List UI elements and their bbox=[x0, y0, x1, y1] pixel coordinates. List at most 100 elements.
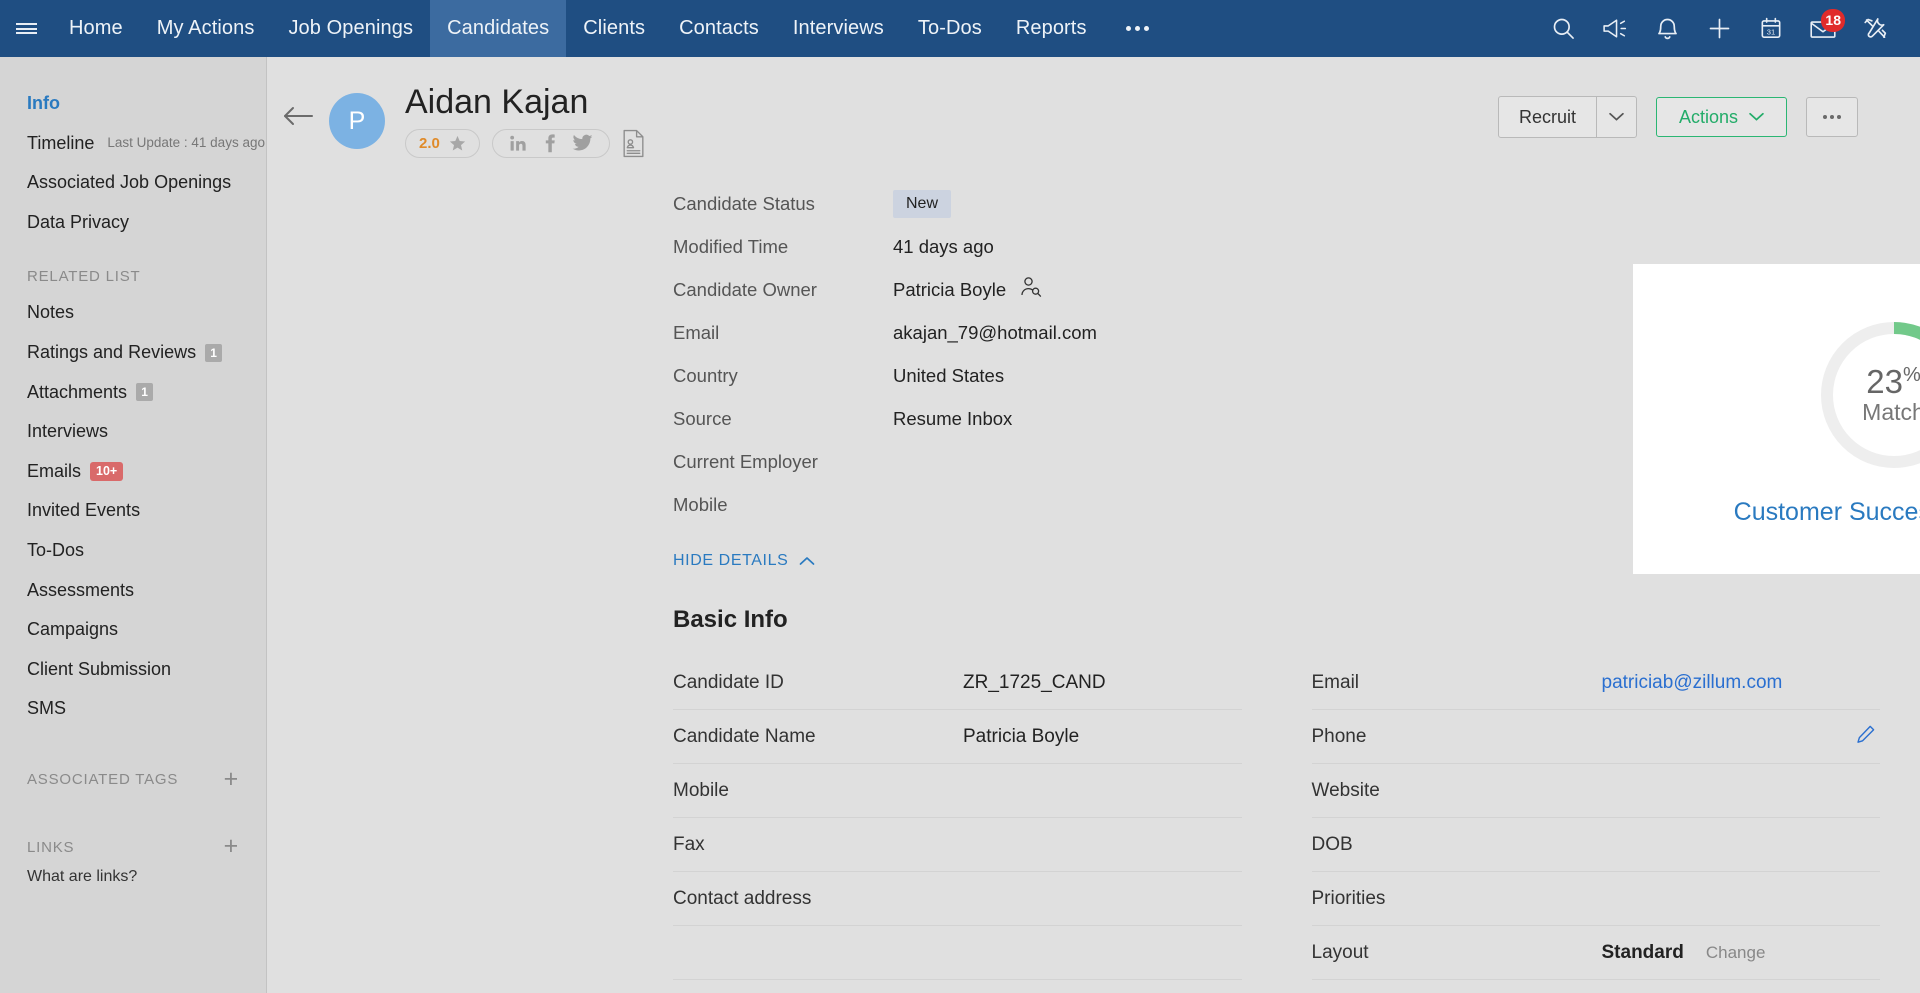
field-row-priorities[interactable]: Priorities bbox=[1312, 872, 1881, 926]
field-label: Priorities bbox=[1312, 888, 1602, 910]
calendar-icon[interactable]: 31 bbox=[1748, 6, 1794, 52]
record-header-actions: Recruit Actions bbox=[1498, 96, 1858, 138]
field-label: Candidate Owner bbox=[673, 279, 893, 301]
sidebar-item-emails[interactable]: Emails 10+ bbox=[0, 452, 266, 492]
links-header-label: LINKS bbox=[27, 839, 74, 856]
field-value: Resume Inbox bbox=[893, 408, 1012, 430]
associated-job-link[interactable]: Customer Success- Lead + bbox=[1734, 498, 1920, 527]
nav-tab-candidates[interactable]: Candidates bbox=[430, 0, 566, 57]
sidebar-item-timeline[interactable]: Timeline Last Update : 41 days ago bbox=[0, 124, 266, 164]
field-row-fax[interactable]: Fax bbox=[673, 818, 1242, 872]
linkedin-icon bbox=[509, 134, 528, 153]
actions-button[interactable]: Actions bbox=[1656, 97, 1787, 137]
field-label: Source bbox=[673, 408, 893, 430]
field-value: Patricia Boyle bbox=[963, 726, 1079, 748]
announcement-icon[interactable] bbox=[1592, 6, 1638, 52]
field-row-candidate-id[interactable]: Candidate ID ZR_1725_CAND bbox=[673, 656, 1242, 710]
sidebar-item-label: Ratings and Reviews bbox=[27, 342, 196, 364]
field-row-dob[interactable]: DOB bbox=[1312, 818, 1881, 872]
sidebar-item-label: SMS bbox=[27, 698, 66, 720]
sidebar-item-invited-events[interactable]: Invited Events bbox=[0, 491, 266, 531]
sidebar-item-campaigns[interactable]: Campaigns bbox=[0, 610, 266, 650]
nav-tab-my-actions[interactable]: My Actions bbox=[140, 0, 272, 57]
field-row-layout[interactable]: Layout Standard Change bbox=[1312, 926, 1881, 980]
field-label: Country bbox=[673, 365, 893, 387]
sidebar-item-assessments[interactable]: Assessments bbox=[0, 571, 266, 611]
back-arrow-icon[interactable] bbox=[267, 83, 329, 127]
field-row-website[interactable]: Website bbox=[1312, 764, 1881, 818]
field-row-contact-address[interactable]: Contact address bbox=[673, 872, 1242, 926]
pencil-icon[interactable] bbox=[1856, 724, 1876, 749]
associated-tags-header-label: ASSOCIATED TAGS bbox=[27, 771, 178, 788]
chevron-up-icon bbox=[799, 556, 815, 566]
sidebar-item-info[interactable]: Info bbox=[0, 84, 266, 124]
main-content: P Aidan Kajan 2.0 bbox=[267, 57, 1920, 993]
summary-row-candidate-status: Candidate Status New bbox=[673, 182, 1920, 225]
svg-text:31: 31 bbox=[1767, 28, 1775, 37]
nav-tab-clients[interactable]: Clients bbox=[566, 0, 662, 57]
match-score-card: 23% Match Customer Success- Lead + bbox=[1633, 264, 1920, 574]
sidebar-item-label: Campaigns bbox=[27, 619, 118, 641]
field-row-email[interactable]: Email patriciab@zillum.com bbox=[1312, 656, 1881, 710]
sidebar-item-client-submission[interactable]: Client Submission bbox=[0, 650, 266, 690]
field-row-candidate-name[interactable]: Candidate Name Patricia Boyle bbox=[673, 710, 1242, 764]
nav-overflow-icon[interactable] bbox=[1104, 0, 1171, 57]
nav-tab-job-openings[interactable]: Job Openings bbox=[271, 0, 430, 57]
sidebar-item-interviews[interactable]: Interviews bbox=[0, 412, 266, 452]
resume-document-icon[interactable] bbox=[622, 129, 645, 158]
user-search-icon[interactable] bbox=[1020, 276, 1042, 303]
sidebar-item-label: Associated Job Openings bbox=[27, 172, 231, 194]
more-options-button[interactable] bbox=[1806, 97, 1858, 137]
sidebar-item-sms[interactable]: SMS bbox=[0, 689, 266, 729]
facebook-icon bbox=[542, 134, 558, 153]
nav-tab-to-dos[interactable]: To-Dos bbox=[901, 0, 999, 57]
bell-icon[interactable] bbox=[1644, 6, 1690, 52]
field-label: Current Employer bbox=[673, 451, 893, 473]
field-value-email-link[interactable]: patriciab@zillum.com bbox=[1602, 672, 1783, 694]
field-value: 41 days ago bbox=[893, 236, 994, 258]
sidebar-item-label: Data Privacy bbox=[27, 212, 129, 234]
record-sidebar: Info Timeline Last Update : 41 days ago … bbox=[0, 57, 267, 993]
hide-details-toggle[interactable]: HIDE DETAILS bbox=[673, 552, 815, 570]
sidebar-item-label: Info bbox=[27, 93, 60, 115]
sidebar-item-data-privacy[interactable]: Data Privacy bbox=[0, 203, 266, 243]
what-are-links-link[interactable]: What are links? bbox=[0, 864, 266, 886]
sidebar-item-label: To-Dos bbox=[27, 540, 84, 562]
sidebar-item-notes[interactable]: Notes bbox=[0, 293, 266, 333]
nav-tab-contacts[interactable]: Contacts bbox=[662, 0, 776, 57]
mail-icon[interactable]: 18 bbox=[1800, 6, 1846, 52]
match-donut-label: 23% Match bbox=[1817, 318, 1920, 472]
chevron-down-icon bbox=[1749, 112, 1764, 122]
top-navigation-bar: Home My Actions Job Openings Candidates … bbox=[0, 0, 1920, 57]
recruit-chevron-down-icon[interactable] bbox=[1596, 97, 1636, 137]
plus-icon[interactable] bbox=[1696, 6, 1742, 52]
sidebar-item-attachments[interactable]: Attachments 1 bbox=[0, 373, 266, 413]
sidebar-item-label: Assessments bbox=[27, 580, 134, 602]
sidebar-item-to-dos[interactable]: To-Dos bbox=[0, 531, 266, 571]
recruit-button-group[interactable]: Recruit bbox=[1498, 96, 1637, 138]
basic-info-right-column: Email patriciab@zillum.com Phone Website bbox=[1312, 656, 1881, 980]
nav-tab-reports[interactable]: Reports bbox=[999, 0, 1104, 57]
avatar: P bbox=[329, 93, 385, 149]
rating-pill[interactable]: 2.0 bbox=[405, 129, 480, 158]
add-tag-plus-icon[interactable]: + bbox=[224, 771, 239, 789]
sidebar-item-ratings-and-reviews[interactable]: Ratings and Reviews 1 bbox=[0, 333, 266, 373]
recruit-button[interactable]: Recruit bbox=[1499, 97, 1596, 137]
sidebar-item-associated-job-openings[interactable]: Associated Job Openings bbox=[0, 163, 266, 203]
add-link-plus-icon[interactable]: + bbox=[224, 838, 239, 856]
social-links-pill bbox=[492, 129, 610, 158]
change-layout-link[interactable]: Change bbox=[1706, 943, 1766, 963]
sidebar-item-label: Attachments bbox=[27, 382, 127, 404]
search-icon[interactable] bbox=[1540, 6, 1586, 52]
field-label: Candidate Name bbox=[673, 726, 963, 748]
related-list-header-label: RELATED LIST bbox=[27, 268, 141, 285]
field-row-phone[interactable]: Phone bbox=[1312, 710, 1881, 764]
field-label: Mobile bbox=[673, 780, 963, 802]
nav-tab-interviews[interactable]: Interviews bbox=[776, 0, 901, 57]
hamburger-icon[interactable] bbox=[0, 0, 52, 57]
field-value: ZR_1725_CAND bbox=[963, 672, 1106, 694]
field-row-mobile[interactable]: Mobile bbox=[673, 764, 1242, 818]
nav-tab-home[interactable]: Home bbox=[52, 0, 140, 57]
tools-icon[interactable] bbox=[1852, 6, 1898, 52]
sidebar-item-label: Interviews bbox=[27, 421, 108, 443]
